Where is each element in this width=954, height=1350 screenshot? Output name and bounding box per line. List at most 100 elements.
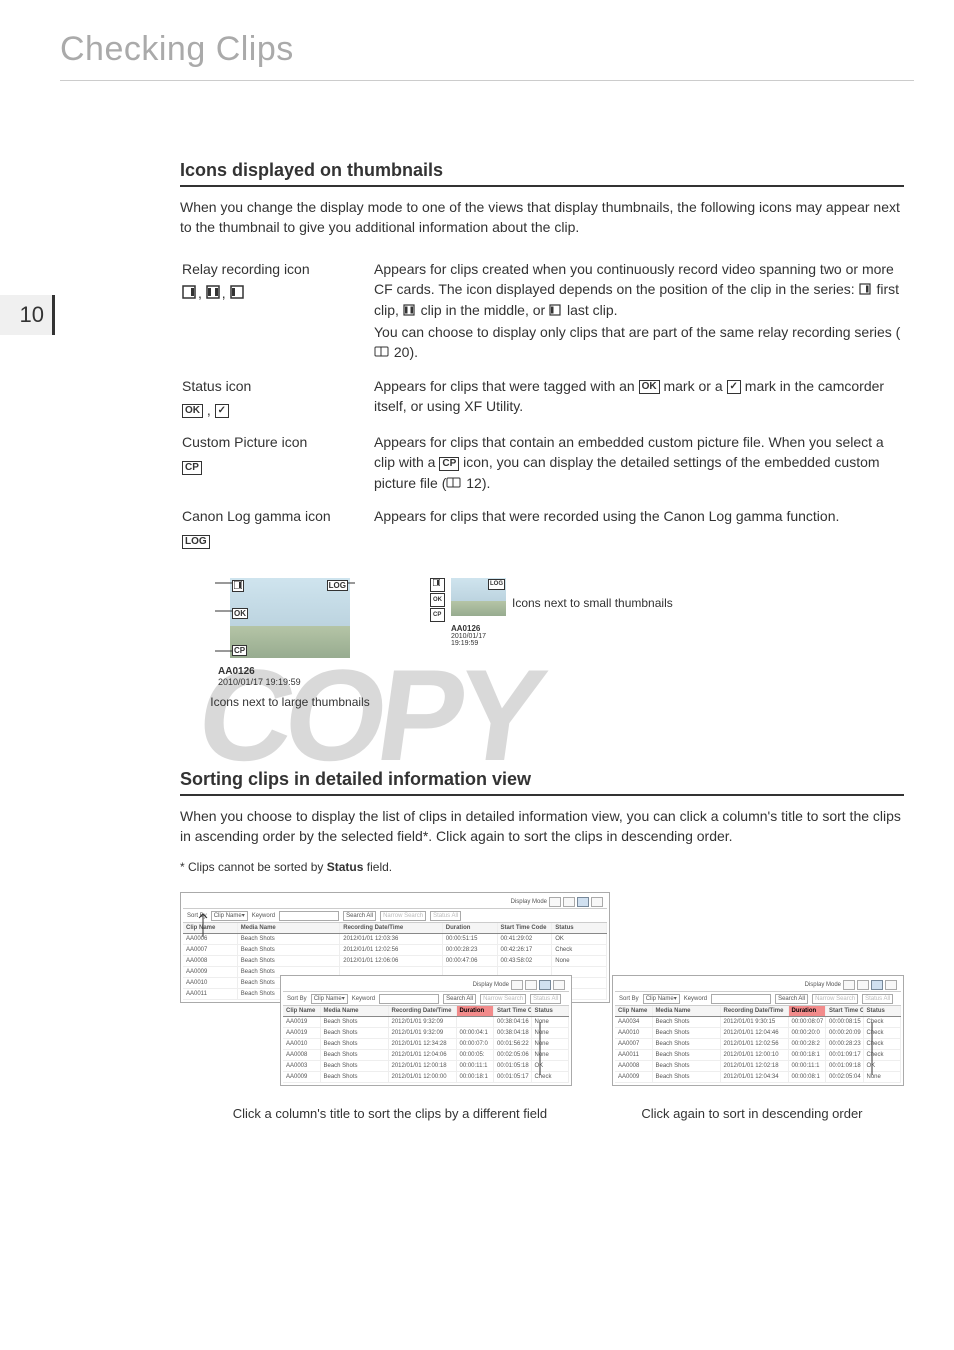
col-medianame[interactable]: Media Name (238, 923, 341, 933)
col-duration-sorted-desc[interactable]: Duration (789, 1006, 827, 1016)
table-cell: Beach Shots (238, 945, 341, 955)
view-collapse-icon[interactable] (885, 980, 897, 990)
table-cell: Beach Shots (653, 1061, 721, 1071)
view-large-icon[interactable] (511, 980, 523, 990)
search-all-button[interactable]: Search All (775, 994, 808, 1004)
table-cell: Beach Shots (653, 1017, 721, 1027)
view-list-icon[interactable] (871, 980, 883, 990)
table-header-row[interactable]: Clip Name Media Name Recording Date/Time… (615, 1006, 901, 1017)
comma: , (198, 285, 202, 301)
table-cell: AA0003 (283, 1061, 321, 1071)
status-all-button[interactable]: Status All (530, 994, 561, 1004)
view-collapse-icon[interactable] (553, 980, 565, 990)
table-row: Canon Log gamma icon LOG Appears for cli… (182, 501, 902, 556)
section2-intro: When you choose to display the list of c… (180, 806, 904, 847)
callout-arrow (867, 1020, 887, 1080)
col-recording-date[interactable]: Recording Date/Time (340, 923, 443, 933)
table-row: Status icon OK , ✓ Appears for clips tha… (182, 371, 902, 426)
view-medium-icon[interactable] (563, 897, 575, 907)
table-header-row[interactable]: Clip Name Media Name Recording Date/Time… (183, 923, 607, 934)
cp-icon: CP (182, 461, 202, 475)
view-large-icon[interactable] (549, 897, 561, 907)
table-cell: AA0010 (183, 978, 238, 988)
col-starttc[interactable]: Start Time Code (494, 1006, 532, 1016)
col-duration[interactable]: Duration (443, 923, 498, 933)
search-all-button[interactable]: Search All (443, 994, 476, 1004)
relay-middle-icon-inline (403, 301, 415, 321)
table-cell: AA0009 (615, 1072, 653, 1082)
table-cell: Beach Shots (321, 1061, 389, 1071)
small-thumbnail-image: LOG (451, 578, 506, 616)
table-row: Custom Picture icon CP Appears for clips… (182, 427, 902, 499)
table-row: AA0010Beach Shots2012/01/01 12:34:2800:0… (283, 1039, 569, 1050)
col-duration-sorted[interactable]: Duration (457, 1006, 495, 1016)
ok-mark-icon: OK (182, 404, 203, 418)
check-mark-icon: ✓ (215, 404, 229, 418)
table-cell: None (552, 956, 607, 966)
col-recording-date[interactable]: Recording Date/Time (721, 1006, 789, 1016)
table-header-row[interactable]: Clip Name Media Name Recording Date/Time… (283, 1006, 569, 1017)
status-all-button[interactable]: Status All (430, 911, 461, 921)
col-status[interactable]: Status (864, 1006, 902, 1016)
col-recording-date[interactable]: Recording Date/Time (389, 1006, 457, 1016)
view-list-icon[interactable] (539, 980, 551, 990)
table-cell: AA0011 (615, 1050, 653, 1060)
col-clipname[interactable]: Clip Name (283, 1006, 321, 1016)
table-cell: 2012/01/01 12:34:28 (389, 1039, 457, 1049)
table-cell: AA0009 (283, 1072, 321, 1082)
book-ref-icon (446, 474, 462, 494)
status-desc-b: mark or a (663, 378, 726, 394)
table-cell: 00:00:20:09 (826, 1028, 864, 1038)
large-thumb-caption: Icons next to large thumbnails (180, 695, 400, 709)
table-cell: 2012/01/01 12:04:06 (389, 1050, 457, 1060)
small-thumbnail-example: OK CP LOG AA0126 2010/01/17 19:19:59 Ico… (430, 578, 700, 709)
table-row: AA0009Beach Shots2012/01/01 12:04:3400:0… (615, 1072, 901, 1083)
table-cell: 00:00:07:0 (457, 1039, 495, 1049)
col-starttc[interactable]: Start Time Code (826, 1006, 864, 1016)
table-cell: 2012/01/01 12:00:00 (389, 1072, 457, 1082)
callout-arrow (198, 912, 218, 942)
sortby-label: Sort By (287, 996, 307, 1002)
table-cell: 00:00:47:06 (443, 956, 498, 966)
table-cell: Beach Shots (321, 1017, 389, 1027)
col-medianame[interactable]: Media Name (653, 1006, 721, 1016)
table-row: AA0019Beach Shots2012/01/01 9:32:0900:38… (283, 1017, 569, 1028)
keyword-input[interactable] (279, 911, 339, 921)
search-all-button[interactable]: Search All (343, 911, 376, 921)
log-label: Canon Log gamma icon (182, 506, 362, 526)
table-cell: Beach Shots (321, 1050, 389, 1060)
narrow-search-button[interactable]: Narrow Search (812, 994, 858, 1004)
table-cell: AA0019 (283, 1017, 321, 1027)
table-row: AA0008Beach Shots2012/01/01 12:04:0600:0… (283, 1050, 569, 1061)
table-row: Relay recording icon , , Appears for cli… (182, 254, 902, 369)
table-cell: 2012/01/01 12:03:36 (340, 934, 443, 944)
narrow-search-button[interactable]: Narrow Search (380, 911, 426, 921)
display-mode-label: Display Mode (805, 982, 841, 988)
status-all-button[interactable]: Status All (862, 994, 893, 1004)
table-cell: 00:42:26:17 (498, 945, 553, 955)
col-medianame[interactable]: Media Name (321, 1006, 389, 1016)
display-mode-label: Display Mode (511, 899, 547, 905)
view-collapse-icon[interactable] (591, 897, 603, 907)
view-list-icon[interactable] (577, 897, 589, 907)
col-clipname[interactable]: Clip Name (615, 1006, 653, 1016)
table-row: AA0010Beach Shots2012/01/01 12:04:4600:0… (615, 1028, 901, 1039)
narrow-search-button[interactable]: Narrow Search (480, 994, 526, 1004)
view-medium-icon[interactable] (857, 980, 869, 990)
table-cell: 00:00:08:1 (789, 1072, 827, 1082)
caption-sort-descending: Click again to sort in descending order (600, 1106, 904, 1121)
large-thumb-date: 2010/01/17 19:19:59 (218, 677, 400, 687)
keyword-input[interactable] (711, 994, 771, 1004)
table-cell: 00:00:28:23 (443, 945, 498, 955)
cp-label: Custom Picture icon (182, 432, 362, 452)
col-status[interactable]: Status (532, 1006, 570, 1016)
sortby-select[interactable]: Clip Name ▾ (643, 994, 680, 1004)
col-starttc[interactable]: Start Time Code (498, 923, 553, 933)
sortby-select[interactable]: Clip Name ▾ (311, 994, 348, 1004)
view-large-icon[interactable] (843, 980, 855, 990)
view-medium-icon[interactable] (525, 980, 537, 990)
relay-first-icon-inline (859, 280, 871, 300)
col-status[interactable]: Status (552, 923, 607, 933)
table-cell: 2012/01/01 12:00:18 (389, 1061, 457, 1071)
keyword-input[interactable] (379, 994, 439, 1004)
